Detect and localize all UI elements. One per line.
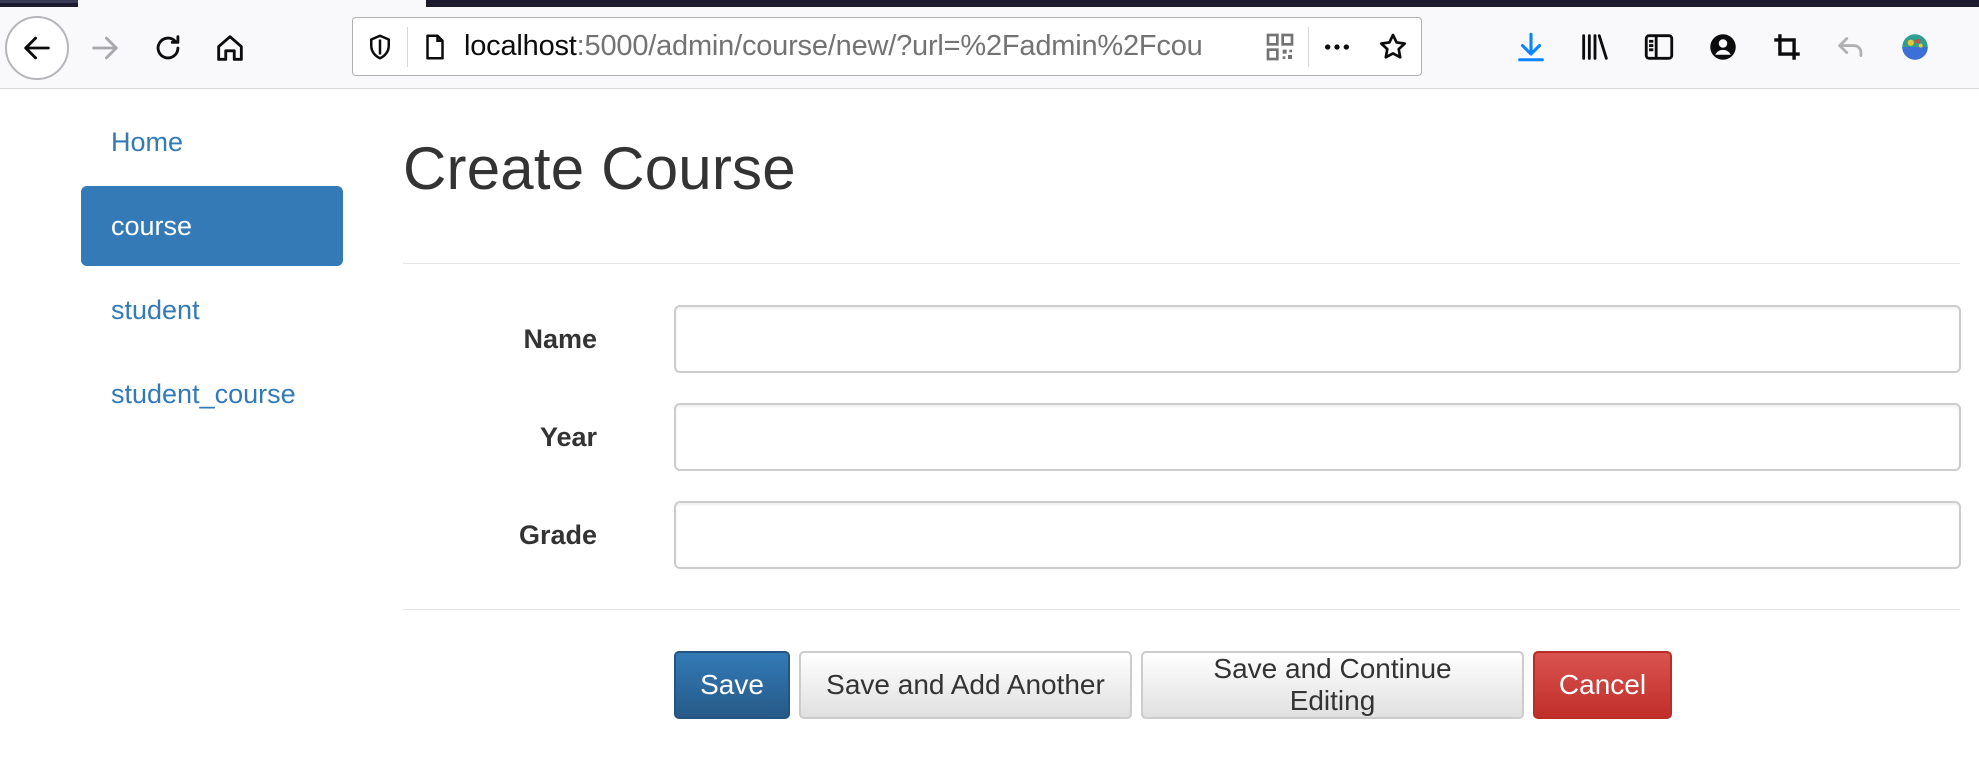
account-icon	[1710, 33, 1736, 60]
grade-input[interactable]	[674, 501, 1961, 569]
form-actions: Save Save and Add Another Save and Conti…	[674, 651, 1672, 719]
name-input[interactable]	[674, 305, 1961, 373]
save-and-continue-editing-button[interactable]: Save and Continue Editing	[1141, 651, 1524, 719]
arrow-left-icon	[24, 36, 50, 60]
home-button[interactable]	[198, 16, 262, 80]
home-icon	[217, 35, 243, 61]
url-text[interactable]: localhost:5000/admin/course/new/?url=%2F…	[464, 30, 1234, 63]
qr-code-icon	[1266, 33, 1294, 60]
sidebar-nav: Home course student student_course	[81, 102, 343, 438]
reload-button[interactable]	[136, 16, 200, 80]
tracking-protection-button[interactable]	[353, 18, 407, 75]
sidebar-item-student-course[interactable]: student_course	[81, 354, 343, 434]
undo-icon	[1838, 36, 1863, 57]
shield-icon	[370, 34, 390, 59]
library-button[interactable]	[1563, 17, 1627, 76]
url-path: :5000/admin/course/new/?url=%2Fadmin%2Fc…	[576, 30, 1203, 62]
tab-strip	[0, 0, 1979, 7]
screenshot-button[interactable]	[1755, 17, 1819, 76]
qr-code-button[interactable]	[1252, 18, 1308, 75]
undo-button[interactable]	[1819, 17, 1883, 76]
download-icon	[1518, 32, 1544, 61]
divider	[403, 263, 1960, 264]
page-icon	[426, 34, 444, 59]
year-label: Year	[539, 422, 597, 452]
arrow-right-icon	[92, 36, 118, 60]
active-tab[interactable]	[78, 0, 426, 7]
downloads-button[interactable]	[1499, 17, 1563, 76]
divider	[403, 609, 1960, 610]
bookmark-button[interactable]	[1365, 18, 1421, 75]
form-row-name: Name	[403, 305, 1961, 373]
sidebar-item-home[interactable]: Home	[81, 102, 343, 182]
reload-icon	[156, 35, 180, 60]
year-input[interactable]	[674, 403, 1961, 471]
grade-label: Grade	[518, 520, 597, 550]
sidebar-item-student[interactable]: student	[81, 270, 343, 350]
sidebar-item-course[interactable]: course	[81, 186, 343, 266]
star-icon	[1379, 33, 1407, 59]
back-button[interactable]	[5, 16, 69, 80]
extension-icon	[1902, 33, 1928, 60]
sidebar-toggle-button[interactable]	[1627, 17, 1691, 76]
site-info-button[interactable]	[408, 18, 462, 75]
forward-button[interactable]	[73, 16, 137, 80]
crop-icon	[1774, 33, 1800, 60]
cancel-button[interactable]: Cancel	[1533, 651, 1672, 719]
tab-strip-accent	[0, 0, 78, 3]
url-host: localhost	[464, 30, 577, 62]
name-label: Name	[523, 324, 597, 354]
page-actions-button[interactable]	[1309, 18, 1365, 75]
browser-toolbar: localhost:5000/admin/course/new/?url=%2F…	[0, 7, 1979, 89]
save-and-add-another-button[interactable]: Save and Add Another	[799, 651, 1132, 719]
form-row-grade: Grade	[403, 501, 1961, 569]
save-button[interactable]: Save	[674, 651, 790, 719]
library-icon	[1582, 33, 1608, 60]
page-title: Create Course	[403, 135, 796, 202]
extension-button[interactable]	[1883, 17, 1947, 76]
account-button[interactable]	[1691, 17, 1755, 76]
more-dots-icon	[1325, 43, 1349, 50]
url-bar[interactable]: localhost:5000/admin/course/new/?url=%2F…	[352, 17, 1422, 76]
sidebar-icon	[1644, 33, 1674, 60]
form-row-year: Year	[403, 403, 1961, 471]
